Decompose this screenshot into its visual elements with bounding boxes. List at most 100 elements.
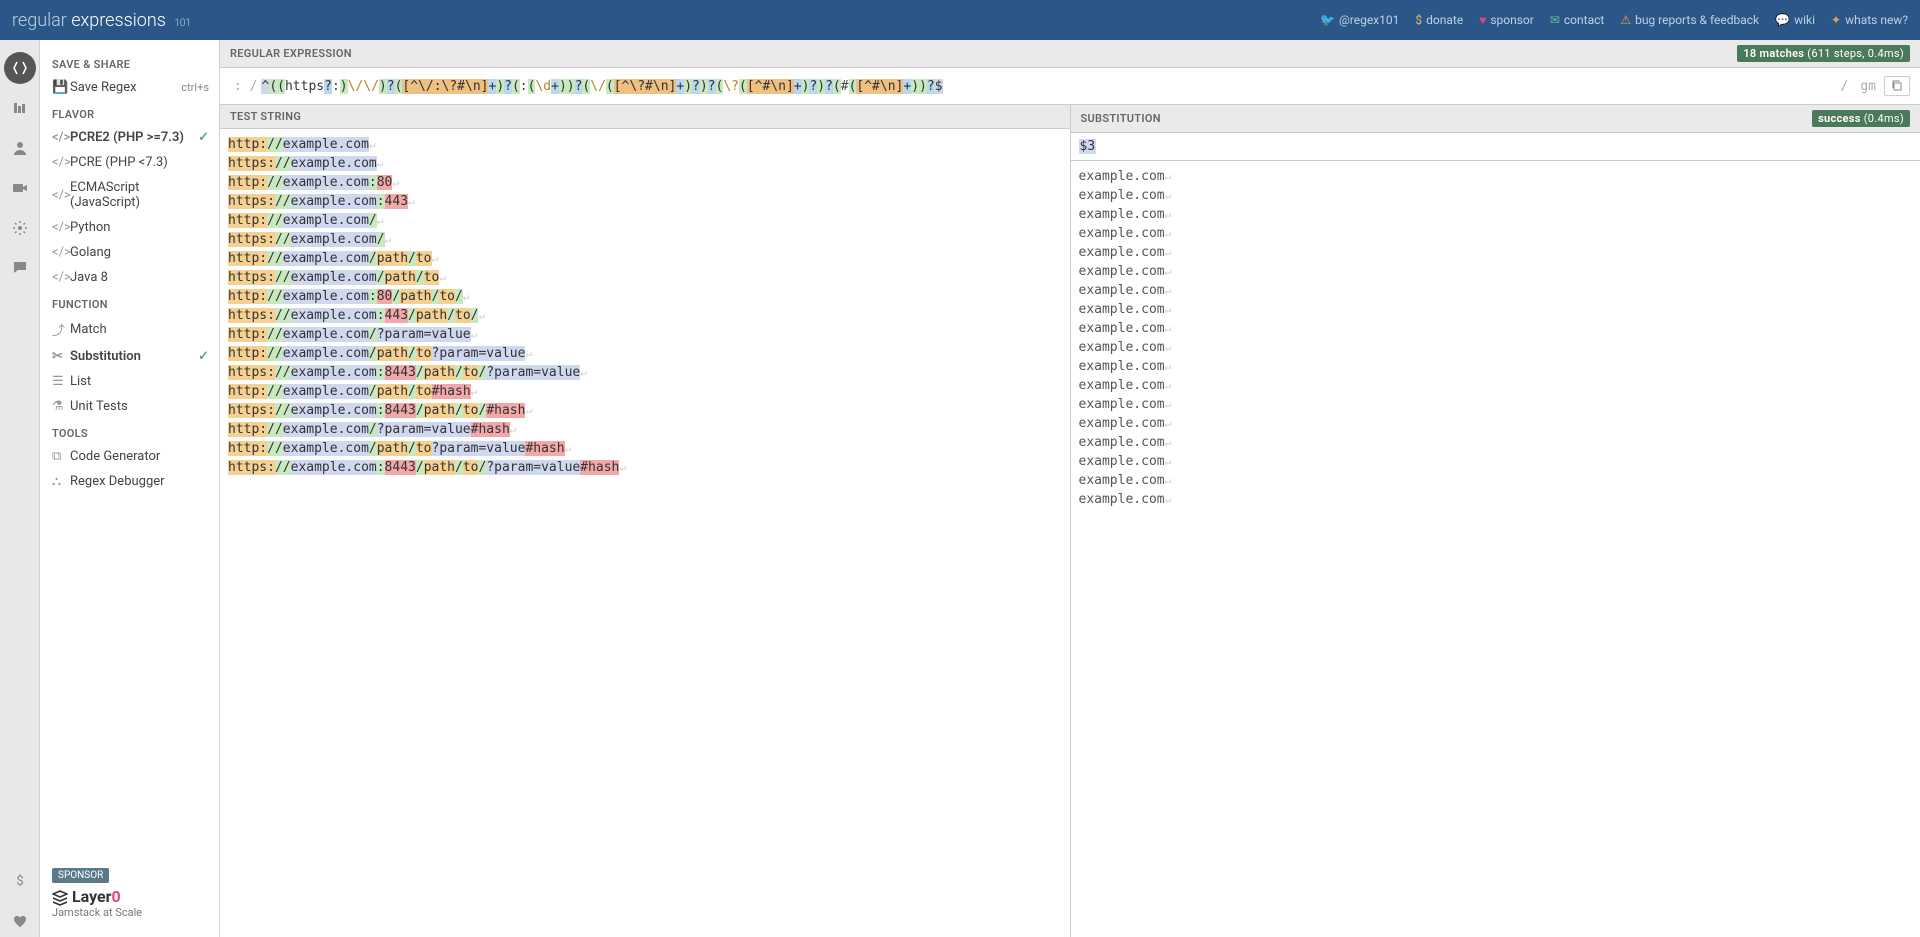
output-line: example.com↵ (1079, 300, 1913, 319)
substitution-output: example.com↵example.com↵example.com↵exam… (1071, 161, 1920, 937)
header-link--regex101[interactable]: 🐦@regex101 (1320, 13, 1399, 27)
flavor-item[interactable]: </>Golang (40, 240, 219, 265)
test-line: https://example.com↵ (228, 154, 1062, 173)
header-link-contact[interactable]: ✉contact (1550, 13, 1604, 27)
function-icon: ⤴ (52, 320, 70, 339)
svg-text:$: $ (16, 874, 23, 889)
output-line: example.com↵ (1079, 414, 1913, 433)
header-link-bug-reports-feedback[interactable]: ⚠bug reports & feedback (1620, 13, 1759, 27)
function-item[interactable]: ✂Substitution✓ (40, 344, 219, 369)
function-icon: ☰ (52, 374, 70, 389)
output-line: example.com↵ (1079, 433, 1913, 452)
test-line: http://example.com/path/to?param=value↵ (228, 344, 1062, 363)
tool-icon: ⧉ (52, 449, 70, 464)
logo-sub: 101 (174, 18, 191, 29)
function-item[interactable]: ☰List (40, 369, 219, 394)
save-shortcut: ctrl+s (181, 81, 209, 94)
regex-title: REGULAR EXPRESSION (230, 47, 352, 60)
header-link-wiki[interactable]: 💬wiki (1775, 13, 1815, 27)
substitution-input[interactable]: $3 (1071, 133, 1920, 161)
header-links: 🐦@regex101 $donate ♥sponsor ✉contact ⚠bug re… (1320, 13, 1908, 27)
sub-value: $3 (1079, 139, 1097, 154)
match-badge: 18 matches (611 steps, 0.4ms) (1737, 45, 1910, 62)
output-line: example.com↵ (1079, 205, 1913, 224)
flavor-item[interactable]: </>PCRE (PHP <7.3) (40, 150, 219, 175)
rail-editor-icon[interactable] (4, 52, 36, 84)
tool-icon: ⛬ (52, 474, 70, 489)
output-line: example.com↵ (1079, 338, 1913, 357)
rail-chat-icon[interactable] (4, 252, 36, 284)
regex-pattern[interactable]: ^((https?:)\/\/)?([^\/:\?#\n]+)?(:(\d+))… (261, 79, 1836, 94)
icon-rail: $ (0, 40, 40, 937)
tool-item[interactable]: ⧉Code Generator (40, 444, 219, 469)
section-flavor: FLAVOR (40, 100, 219, 125)
flavor-item[interactable]: </>Python (40, 215, 219, 240)
output-line: example.com↵ (1079, 319, 1913, 338)
output-line: example.com↵ (1079, 281, 1913, 300)
function-item[interactable]: ⚗Unit Tests (40, 394, 219, 419)
output-line: example.com↵ (1079, 357, 1913, 376)
test-line: https://example.com:8443/path/to/?param=… (228, 363, 1062, 382)
logo[interactable]: regular expressions 101 (12, 10, 191, 31)
sponsor-badge: SPONSOR (52, 868, 109, 883)
code-icon: </> (52, 188, 70, 203)
sponsor-name: Layer (72, 887, 112, 906)
rail-library-icon[interactable] (4, 92, 36, 124)
main-layout: $ SAVE & SHARE 💾 Save Regex ctrl+s FLAVO… (0, 40, 1920, 937)
test-line: http://example.com/path/to#hash↵ (228, 382, 1062, 401)
test-line: http://example.com/?param=value#hash↵ (228, 420, 1062, 439)
save-regex-button[interactable]: 💾 Save Regex ctrl+s (40, 75, 219, 100)
test-line: https://example.com:443↵ (228, 192, 1062, 211)
copy-button[interactable] (1884, 76, 1910, 96)
output-line: example.com↵ (1079, 224, 1913, 243)
logo-text-1: regular (12, 10, 67, 31)
output-line: example.com↵ (1079, 243, 1913, 262)
test-line: http://example.com/path/to↵ (228, 249, 1062, 268)
rail-account-icon[interactable] (4, 132, 36, 164)
warn-icon: ⚠ (1620, 13, 1631, 27)
sponsor-box[interactable]: SPONSOR Layer0 Jamstack at Scale (40, 859, 219, 927)
check-icon: ✓ (198, 130, 209, 145)
test-panel-header: TEST STRING (220, 105, 1070, 129)
sponsor-logo: Layer0 (52, 887, 207, 906)
rail-donate-icon[interactable]: $ (4, 865, 36, 897)
rail-video-icon[interactable] (4, 172, 36, 204)
output-line: example.com↵ (1079, 452, 1913, 471)
output-line: example.com↵ (1079, 186, 1913, 205)
substitution-column: SUBSTITUTION success (0.4ms) $3 example.… (1071, 105, 1920, 937)
output-line: example.com↵ (1079, 395, 1913, 414)
test-line: https://example.com/↵ (228, 230, 1062, 249)
flavor-item[interactable]: </>Java 8 (40, 265, 219, 290)
output-line: example.com↵ (1079, 167, 1913, 186)
test-title: TEST STRING (230, 110, 301, 123)
rail-settings-icon[interactable] (4, 212, 36, 244)
test-line: https://example.com:8443/path/to/?param=… (228, 458, 1062, 477)
regex-input-bar[interactable]: : / ^((https?:)\/\/)?([^\/:\?#\n]+)?(:(\… (220, 68, 1920, 105)
test-line: http://example.com/?param=value↵ (228, 325, 1062, 344)
tool-item[interactable]: ⛬Regex Debugger (40, 469, 219, 494)
header-link-whats-new-[interactable]: ✦whats new? (1831, 13, 1908, 27)
code-icon: </> (52, 270, 70, 285)
rail-heart-icon[interactable] (4, 905, 36, 937)
function-item[interactable]: ⤴Match (40, 315, 219, 344)
mail-icon: ✉ (1550, 13, 1560, 27)
top-header: regular expressions 101 🐦@regex101 $donat… (0, 0, 1920, 40)
sponsor-zero: 0 (112, 887, 121, 906)
flavor-item[interactable]: </>ECMAScript (JavaScript) (40, 175, 219, 215)
test-string-area[interactable]: http://example.com↵https://example.com↵h… (220, 129, 1070, 937)
content-area: REGULAR EXPRESSION 18 matches (611 steps… (220, 40, 1920, 937)
regex-delim-close: / (1841, 79, 1849, 94)
flavor-item[interactable]: </>PCRE2 (PHP >=7.3)✓ (40, 125, 219, 150)
chat-icon: 💬 (1775, 13, 1790, 27)
sub-title: SUBSTITUTION (1081, 112, 1161, 125)
logo-text-2: expressions (71, 10, 166, 31)
test-line: https://example.com/path/to↵ (228, 268, 1062, 287)
code-icon: </> (52, 155, 70, 170)
header-link-donate[interactable]: $donate (1415, 13, 1463, 27)
section-tools: TOOLS (40, 419, 219, 444)
save-regex-label: Save Regex (70, 80, 137, 95)
sponsor-tagline: Jamstack at Scale (52, 906, 207, 919)
regex-flags[interactable]: gm (1860, 79, 1876, 94)
header-link-sponsor[interactable]: ♥sponsor (1479, 13, 1534, 27)
test-line: http://example.com/↵ (228, 211, 1062, 230)
